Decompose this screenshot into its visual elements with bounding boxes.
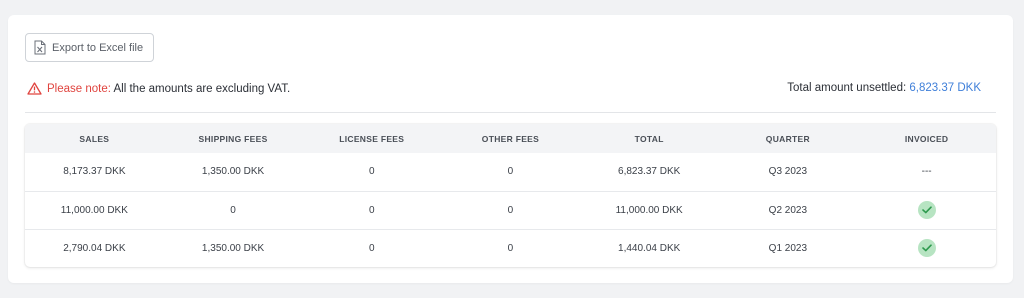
check-icon bbox=[917, 201, 936, 219]
column-header-other-fees: OTHER FEES bbox=[481, 133, 540, 144]
column-header-total: TOTAL bbox=[634, 133, 664, 144]
column-header-shipping-fees: SHIPPING FEES bbox=[198, 133, 268, 144]
cell-license-fees: 0 bbox=[368, 166, 375, 178]
export-excel-button[interactable]: Export to Excel file bbox=[25, 33, 154, 62]
table-row: 11,000.00 DKK 0 0 0 11,000.00 DKK Q2 202… bbox=[25, 191, 996, 229]
cell-sales: 11,000.00 DKK bbox=[60, 204, 128, 216]
table-header-row: SALES SHIPPING FEES LICENSE FEES OTHER F… bbox=[25, 124, 996, 153]
total-unsettled-label: Total amount unsettled: bbox=[787, 82, 907, 94]
cell-quarter: Q1 2023 bbox=[768, 242, 808, 254]
vat-notice: Please note: All the amounts are excludi… bbox=[27, 82, 290, 95]
cell-invoiced-none: --- bbox=[921, 166, 932, 178]
column-header-sales: SALES bbox=[79, 133, 110, 144]
divider bbox=[25, 112, 996, 113]
table-row: 2,790.04 DKK 1,350.00 DKK 0 0 1,440.04 D… bbox=[25, 229, 996, 267]
export-button-label: Export to Excel file bbox=[52, 41, 144, 54]
cell-invoiced bbox=[857, 191, 996, 229]
cell-invoiced bbox=[857, 229, 996, 267]
cell-sales: 8,173.37 DKK bbox=[63, 166, 126, 178]
cell-total: 11,000.00 DKK bbox=[615, 204, 683, 216]
cell-other-fees: 0 bbox=[507, 166, 514, 178]
cell-other-fees: 0 bbox=[507, 204, 514, 216]
check-icon bbox=[917, 239, 936, 258]
notice-text: All the amounts are excluding VAT. bbox=[113, 82, 291, 95]
total-unsettled: Total amount unsettled: 6,823.37 DKK bbox=[787, 82, 981, 94]
notice-label: Please note: bbox=[47, 82, 111, 95]
cell-license-fees: 0 bbox=[368, 242, 375, 254]
column-header-invoiced: INVOICED bbox=[904, 133, 949, 144]
cell-shipping-fees: 1,350.00 DKK bbox=[201, 242, 265, 254]
cell-shipping-fees: 0 bbox=[230, 204, 236, 216]
cell-quarter: Q3 2023 bbox=[768, 166, 808, 178]
settlement-card: Export to Excel file Please note: All th… bbox=[8, 15, 1013, 283]
table-row: 8,173.37 DKK 1,350.00 DKK 0 0 6,823.37 D… bbox=[25, 153, 996, 191]
settlements-table: SALES SHIPPING FEES LICENSE FEES OTHER F… bbox=[25, 124, 996, 267]
total-unsettled-amount: 6,823.37 DKK bbox=[909, 82, 981, 94]
cell-total: 1,440.04 DKK bbox=[618, 242, 681, 254]
column-header-license-fees: LICENSE FEES bbox=[339, 133, 405, 144]
cell-license-fees: 0 bbox=[368, 204, 375, 216]
cell-total: 6,823.37 DKK bbox=[618, 166, 681, 178]
cell-other-fees: 0 bbox=[507, 242, 514, 254]
column-header-quarter: QUARTER bbox=[765, 133, 810, 144]
excel-file-icon bbox=[34, 40, 46, 55]
cell-sales: 2,790.04 DKK bbox=[63, 242, 126, 254]
cell-quarter: Q2 2023 bbox=[768, 204, 808, 216]
warning-triangle-icon bbox=[27, 82, 42, 95]
cell-shipping-fees: 1,350.00 DKK bbox=[201, 166, 265, 178]
